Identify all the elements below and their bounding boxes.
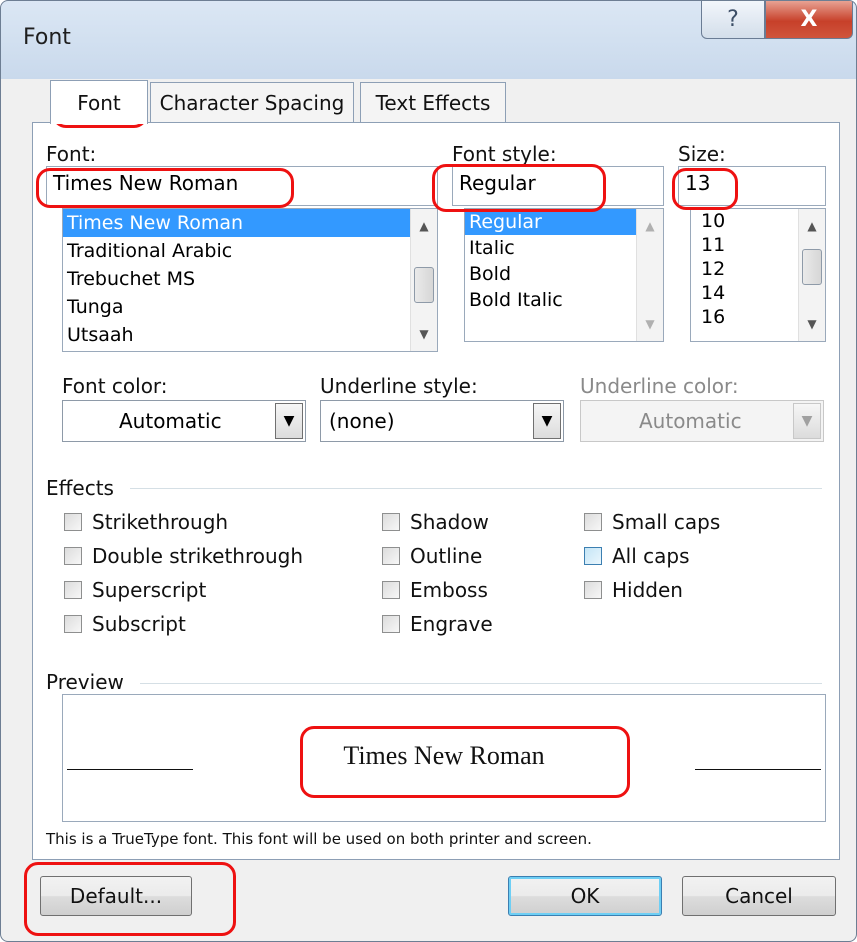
- checkbox-box[interactable]: [382, 513, 400, 531]
- close-button[interactable]: X: [765, 1, 853, 39]
- checkbox-label: Shadow: [410, 510, 489, 534]
- subscript-checkbox[interactable]: Subscript: [64, 612, 186, 636]
- font-list-item[interactable]: Traditional Arabic: [63, 237, 437, 265]
- size-input[interactable]: 13: [678, 166, 826, 206]
- scroll-up-icon[interactable]: ▲: [411, 213, 437, 239]
- default-button-label: Default...: [69, 884, 163, 908]
- tab-text-effects[interactable]: Text Effects: [360, 82, 506, 123]
- font-list-item[interactable]: Times New Roman: [63, 209, 437, 237]
- checkbox-box[interactable]: [584, 581, 602, 599]
- all-caps-checkbox[interactable]: All caps: [584, 544, 690, 568]
- scroll-up-icon[interactable]: ▲: [799, 213, 825, 239]
- checkbox-box[interactable]: [64, 615, 82, 633]
- tab-font-label: Font: [77, 90, 121, 115]
- font-color-select[interactable]: Automatic ▼: [62, 400, 306, 442]
- engrave-checkbox[interactable]: Engrave: [382, 612, 493, 636]
- checkbox-box[interactable]: [382, 581, 400, 599]
- scroll-down-icon[interactable]: ▼: [799, 311, 825, 337]
- font-style-item[interactable]: Italic: [465, 235, 663, 261]
- underline-color-select: Automatic ▼: [580, 400, 824, 442]
- checkbox-label: Double strikethrough: [92, 544, 304, 568]
- font-style-scrollbar[interactable]: ▲ ▼: [636, 209, 663, 341]
- chevron-down-icon[interactable]: ▼: [533, 403, 561, 439]
- font-style-list[interactable]: Regular Italic Bold Bold Italic ▲ ▼: [464, 208, 664, 342]
- size-scrollbar[interactable]: ▲ ▼: [798, 209, 825, 341]
- checkbox-label: Strikethrough: [92, 510, 229, 534]
- underline-color-value: Automatic: [639, 409, 742, 433]
- underline-style-label: Underline style:: [320, 374, 478, 398]
- checkbox-label: Outline: [410, 544, 483, 568]
- chevron-down-icon: ▼: [793, 403, 821, 439]
- checkbox-box[interactable]: [584, 513, 602, 531]
- outline-checkbox[interactable]: Outline: [382, 544, 482, 568]
- cancel-button-label: Cancel: [725, 884, 793, 908]
- font-style-label: Font style:: [452, 142, 557, 166]
- checkbox-label: Small caps: [612, 510, 721, 534]
- underline-style-select[interactable]: (none) ▼: [320, 400, 564, 442]
- preview-text: Times New Roman: [343, 741, 545, 770]
- help-button[interactable]: ?: [701, 1, 765, 39]
- double-strikethrough-checkbox[interactable]: Double strikethrough: [64, 544, 303, 568]
- effects-divider: [130, 488, 822, 489]
- font-list-item[interactable]: Utsaah: [63, 321, 437, 349]
- scroll-thumb[interactable]: [414, 267, 434, 303]
- font-style-item[interactable]: Bold: [465, 261, 663, 287]
- checkbox-label: Subscript: [92, 612, 186, 636]
- font-color-label: Font color:: [62, 374, 168, 398]
- checkbox-box[interactable]: [64, 581, 82, 599]
- tab-text-effects-label: Text Effects: [375, 91, 491, 115]
- size-list[interactable]: 10 11 12 14 16 ▲ ▼: [690, 208, 826, 342]
- checkbox-box[interactable]: [584, 547, 602, 565]
- font-list-scrollbar[interactable]: ▲ ▼: [410, 209, 437, 351]
- ok-button[interactable]: OK: [508, 876, 662, 916]
- font-list-item[interactable]: Trebuchet MS: [63, 265, 437, 293]
- font-label: Font:: [46, 142, 97, 166]
- checkbox-box[interactable]: [64, 513, 82, 531]
- font-name-input[interactable]: Times New Roman: [46, 166, 438, 206]
- hidden-checkbox[interactable]: Hidden: [584, 578, 683, 602]
- size-label: Size:: [678, 142, 726, 166]
- checkbox-box[interactable]: [382, 615, 400, 633]
- ok-button-label: OK: [570, 884, 600, 908]
- font-color-value: Automatic: [119, 409, 222, 433]
- tab-font[interactable]: Font: [50, 80, 148, 124]
- preview-label: Preview: [46, 670, 124, 694]
- dialog-title: Font: [23, 25, 71, 50]
- checkbox-box[interactable]: [382, 547, 400, 565]
- scroll-down-icon[interactable]: ▼: [637, 311, 663, 337]
- preview-note: This is a TrueType font. This font will …: [46, 830, 592, 848]
- font-name-list[interactable]: Times New Roman Traditional Arabic Trebu…: [62, 208, 438, 352]
- tab-character-spacing-label: Character Spacing: [159, 91, 345, 115]
- scroll-down-icon[interactable]: ▼: [411, 321, 437, 347]
- font-style-item[interactable]: Bold Italic: [465, 287, 663, 313]
- effects-label: Effects: [46, 476, 114, 500]
- help-icon: ?: [727, 7, 739, 32]
- shadow-checkbox[interactable]: Shadow: [382, 510, 489, 534]
- close-icon: X: [800, 7, 818, 32]
- cancel-button[interactable]: Cancel: [682, 876, 836, 916]
- underline-style-value: (none): [329, 409, 395, 433]
- emboss-checkbox[interactable]: Emboss: [382, 578, 488, 602]
- font-style-input[interactable]: Regular: [452, 166, 664, 206]
- preview-divider: [140, 683, 822, 684]
- checkbox-label: All caps: [612, 544, 690, 568]
- font-style-item[interactable]: Regular: [465, 209, 663, 235]
- checkbox-label: Engrave: [410, 612, 493, 636]
- strikethrough-checkbox[interactable]: Strikethrough: [64, 510, 228, 534]
- superscript-checkbox[interactable]: Superscript: [64, 578, 206, 602]
- tab-character-spacing[interactable]: Character Spacing: [150, 82, 354, 123]
- default-button[interactable]: Default...: [40, 876, 192, 916]
- font-list-item[interactable]: Tunga: [63, 293, 437, 321]
- checkbox-label: Emboss: [410, 578, 488, 602]
- underline-color-label: Underline color:: [580, 374, 739, 398]
- checkbox-box[interactable]: [64, 547, 82, 565]
- small-caps-checkbox[interactable]: Small caps: [584, 510, 720, 534]
- preview-box: Times New Roman: [62, 694, 826, 822]
- checkbox-label: Hidden: [612, 578, 683, 602]
- scroll-thumb[interactable]: [802, 249, 822, 285]
- scroll-up-icon[interactable]: ▲: [637, 213, 663, 239]
- chevron-down-icon[interactable]: ▼: [275, 403, 303, 439]
- checkbox-label: Superscript: [92, 578, 207, 602]
